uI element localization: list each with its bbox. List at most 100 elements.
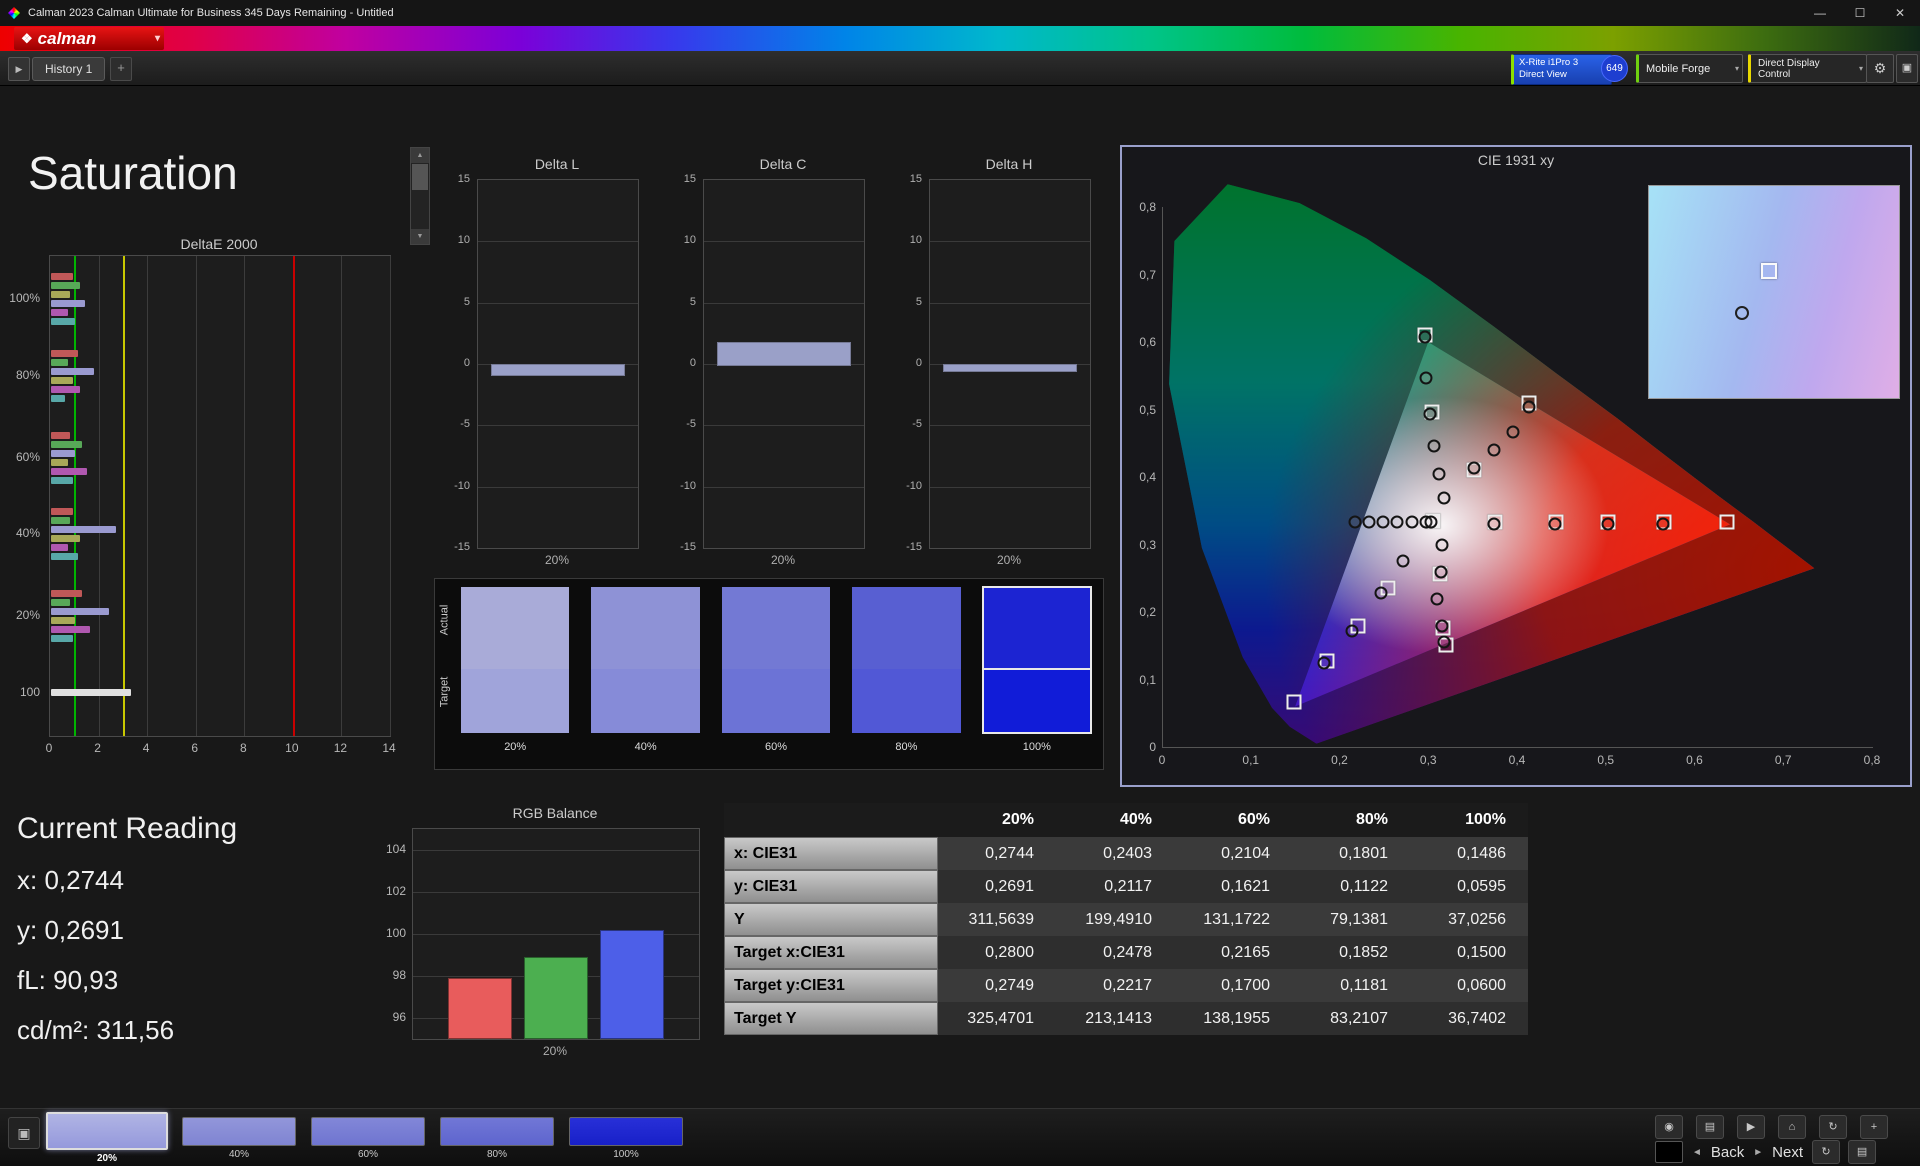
- back-button[interactable]: Back: [1711, 1144, 1744, 1161]
- rgb-balance-chart: RGB Balance 104 102 100 98 96 20%: [370, 805, 700, 1060]
- transport-row2: ◄ Back ► Next ↻ ▤: [1655, 1140, 1877, 1164]
- scroll-up-icon[interactable]: ▲: [411, 148, 429, 163]
- refresh-icon[interactable]: ↻: [1819, 1115, 1847, 1139]
- cie-panel: CIE 1931 xy 0 0,1 0,2 0,3 0,4 0,5 0,6 0,…: [1120, 145, 1912, 787]
- window-title: Calman 2023 Calman Ultimate for Business…: [28, 7, 394, 19]
- calman-logo-button[interactable]: ❖ calman ▾: [14, 27, 164, 50]
- layout-scrollbar[interactable]: ▲ ▼: [410, 147, 430, 245]
- pattern-preview-button[interactable]: [1655, 1141, 1683, 1163]
- bottom-bar: ▣ 20% 40% 60% 80% 100% ◉ ▤ ▶ ⌂ ↻ + ◄ Back ► Next …: [0, 1108, 1920, 1166]
- meter-device-button[interactable]: X-Rite i1Pro 3 Direct View ▾: [1511, 54, 1612, 85]
- next-button[interactable]: Next: [1772, 1144, 1803, 1161]
- pattern-window-button[interactable]: ▣: [8, 1117, 40, 1149]
- settings-gear-button[interactable]: ⚙: [1866, 54, 1894, 83]
- reading-x: x: 0,2744: [17, 865, 124, 895]
- swatch-80%: 80%: [852, 587, 961, 753]
- deltaL-ylabels: 15 10 5 0 -5 -10 -15: [454, 173, 470, 553]
- reading-fl: fL: 90,93: [17, 965, 119, 995]
- meter-count-badge: 649: [1601, 55, 1628, 82]
- table-row: Target Y 325,4701 213,1413 138,1955 83,2107 3…: [724, 1002, 1528, 1035]
- level-button-80%[interactable]: 80%: [440, 1112, 554, 1164]
- rainbow-strip: [0, 26, 1920, 51]
- calman-diamond-icon: ❖: [21, 30, 33, 46]
- swatch-panel: Actual Target 20% 40% 60% 80% 100%: [434, 578, 1104, 770]
- redo-icon[interactable]: ↻: [1812, 1140, 1841, 1164]
- deltaH-plot: [929, 179, 1091, 549]
- cie-inset: [1648, 185, 1900, 399]
- reading-cdm2: cd/m²: 311,56: [17, 1015, 175, 1045]
- app-icon: [8, 7, 20, 19]
- next-icon: ►: [1753, 1146, 1764, 1158]
- deltae-chart-title: DeltaE 2000: [180, 236, 258, 252]
- current-reading: Current Reading x: 0,2744 y: 0,2691 fL: …: [17, 812, 377, 1046]
- meter-device-line2: Direct View: [1519, 69, 1567, 81]
- swatch-20%: 20%: [461, 587, 570, 753]
- transport-row2-end: ↻ ▤: [1812, 1140, 1877, 1164]
- data-table-body: x: CIE31 0,2744 0,2403 0,2104 0,1801 0,1486 y:…: [724, 837, 1528, 1035]
- table-row: Y 311,5639 199,4910 131,1722 79,1381 37,0256: [724, 903, 1528, 936]
- delta-l-title: Delta L: [534, 156, 580, 172]
- tab-history-1[interactable]: History 1: [32, 57, 106, 81]
- panel-toggle-button[interactable]: ▣: [1896, 54, 1918, 83]
- deltaC-ylabels: 15 10 5 0 -5 -10 -15: [680, 173, 696, 553]
- table-row: Target x:CIE31 0,2800 0,2478 0,2165 0,1852 0,…: [724, 936, 1528, 969]
- deltae-ylabels: 100% 80% 60% 40% 20% 100: [9, 291, 40, 699]
- calman-logo-text: calman: [37, 28, 97, 48]
- play-icon[interactable]: ▶: [1737, 1115, 1765, 1139]
- scroll-down-icon[interactable]: ▼: [411, 229, 429, 244]
- cie-chart-title: CIE 1931 xy: [1477, 152, 1555, 168]
- delta-h-title: Delta H: [985, 156, 1033, 172]
- pattern-icon[interactable]: ▤: [1696, 1115, 1724, 1139]
- page-title: Saturation: [28, 147, 238, 199]
- source-device-label: Mobile Forge: [1646, 62, 1711, 75]
- swatch-100%: 100%: [981, 586, 1093, 753]
- rgb-balance-title: RGB Balance: [512, 805, 598, 821]
- back-icon: ◄: [1692, 1146, 1702, 1158]
- level-button-60%[interactable]: 60%: [311, 1112, 425, 1164]
- table-row: Target y:CIE31 0,2749 0,2217 0,1700 0,1181 0,…: [724, 969, 1528, 1002]
- toolbar: ▶ History 1 + X-Rite i1Pro 3 Direct View…: [0, 51, 1920, 86]
- delta-c-title: Delta C: [759, 156, 807, 172]
- rgb-plot: [412, 828, 700, 1040]
- deltaH-ylabels: 15 10 5 0 -5 -10 -15: [906, 173, 922, 553]
- delta-h-chart: Delta H 15 10 5 0 -5 -10 -15 20%: [899, 150, 1091, 575]
- maximize-button[interactable]: ☐: [1840, 0, 1880, 26]
- rgb-ylabels: 104 102 100 98 96: [385, 842, 406, 1024]
- current-reading-title: Current Reading: [17, 812, 238, 845]
- minimize-button[interactable]: —: [1800, 0, 1840, 26]
- display-control-button[interactable]: Direct Display Control ▾: [1748, 54, 1867, 83]
- home-icon[interactable]: ⌂: [1778, 1115, 1806, 1139]
- scroll-thumb[interactable]: [412, 164, 428, 190]
- app-window: Calman 2023 Calman Ultimate for Business…: [0, 0, 1920, 1166]
- chevron-down-icon: ▾: [154, 33, 160, 44]
- swatch-row-labels: Actual Target: [438, 604, 451, 708]
- meter-device-line1: X-Rite i1Pro 3: [1519, 57, 1579, 68]
- titlebar: Calman 2023 Calman Ultimate for Business…: [0, 0, 1920, 26]
- meter-icon[interactable]: ◉: [1655, 1115, 1683, 1139]
- data-table: 20% 40% 60% 80% 100% x: CIE31 0,2744 0,2403 0,2…: [724, 803, 1528, 1035]
- display-control-label: Direct Display Control: [1758, 57, 1820, 80]
- delta-c-chart: Delta C 15 10 5 0 -5 -10 -15 20%: [673, 150, 865, 575]
- delta-l-xlabel: 20%: [544, 553, 570, 567]
- deltae-xlabels: 0 2 4 6 8 10 12 14: [45, 741, 396, 755]
- list-icon[interactable]: ▤: [1848, 1140, 1877, 1164]
- cie-ylabels: 0 0,1 0,2 0,3 0,4 0,5 0,6 0,7 0,8: [1139, 200, 1156, 754]
- level-button-40%[interactable]: 40%: [182, 1112, 296, 1164]
- add-icon[interactable]: +: [1860, 1115, 1888, 1139]
- bottom-swatches: 20% 40% 60% 80% 100%: [46, 1112, 683, 1164]
- table-row: x: CIE31 0,2744 0,2403 0,2104 0,1801 0,1486: [724, 837, 1528, 870]
- history-nav-button[interactable]: ▶: [8, 57, 30, 81]
- reading-y: y: 0,2691: [17, 915, 124, 945]
- level-button-100%[interactable]: 100%: [569, 1112, 683, 1164]
- cie-xlabels: 0 0,1 0,2 0,3 0,4 0,5 0,6 0,7 0,8: [1158, 753, 1881, 767]
- level-button-20%[interactable]: 20%: [46, 1112, 168, 1164]
- close-button[interactable]: ✕: [1880, 0, 1920, 26]
- rgb-xlabel: 20%: [542, 1044, 568, 1058]
- delta-h-xlabel: 20%: [996, 553, 1022, 567]
- add-layout-button[interactable]: +: [110, 57, 132, 81]
- swatch-60%: 60%: [721, 587, 831, 753]
- table-row: y: CIE31 0,2691 0,2117 0,1621 0,1122 0,0595: [724, 870, 1528, 903]
- source-device-button[interactable]: Mobile Forge ▾: [1636, 54, 1743, 83]
- delta-l-chart: Delta L 15 10 5 0 -5 -10 -15 20%: [447, 150, 639, 575]
- swatch-list: 20% 40% 60% 80% 100%: [461, 586, 1093, 753]
